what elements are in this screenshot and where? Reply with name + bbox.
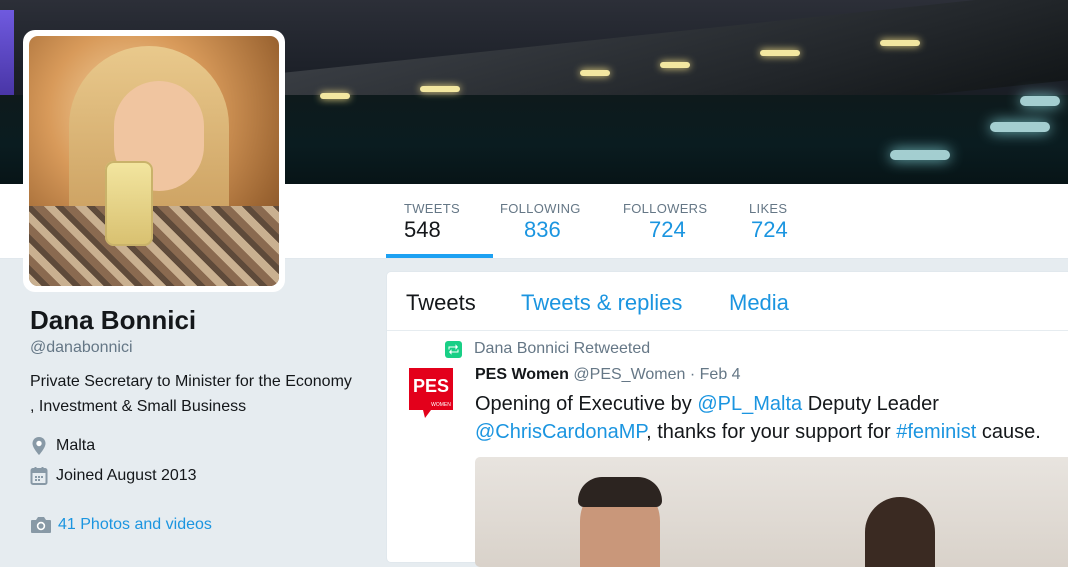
tweet-text-part: Opening of Executive by [475,393,698,415]
mention-link[interactable]: @PL_Malta [697,393,802,415]
stat-likes[interactable]: LIKES 724 [749,184,799,258]
hashtag-link[interactable]: #feminist [896,421,976,443]
retweet-icon [445,340,462,358]
banner-glow [990,122,1050,132]
stat-tweets[interactable]: TWEETS 548 [386,184,493,258]
tweet-date[interactable]: Feb 4 [700,366,741,383]
tweet-text-part: , thanks for your support for [646,421,897,443]
tweet-separator: · [689,366,696,383]
location-pin-icon [32,437,46,455]
pes-logo-text: PES [413,376,449,396]
banner-glow [890,150,950,160]
tweet-author-name[interactable]: PES Women [475,366,569,383]
photo-person-hair [578,477,662,507]
stat-value: 724 [751,217,788,242]
pes-logo-subtext: WOMEN [431,402,451,408]
stat-value: 548 [404,217,441,242]
tab-tweets[interactable]: Tweets [406,290,476,316]
active-tab-indicator [386,254,493,258]
tweet-text: Opening of Executive by @PL_Malta Deputy… [475,390,1068,446]
tab-media[interactable]: Media [729,290,789,316]
camera-icon [31,517,51,533]
stat-following[interactable]: FOLLOWING 836 [500,184,590,258]
avatar-phone [105,161,153,246]
banner-light [580,70,610,76]
stat-value: 724 [649,217,686,242]
timeline-tabs: Tweets Tweets & replies Media [387,272,1068,331]
stat-value: 836 [524,217,561,242]
calendar-icon [30,467,48,485]
profile-joined: Joined August 2013 [30,461,370,491]
tweet-author-handle[interactable]: @PES_Women [573,366,685,383]
joined-text: Joined August 2013 [56,467,197,484]
banner-light [420,86,460,92]
stat-label: FOLLOWING [500,201,581,216]
banner-light [880,40,920,46]
profile-bio: Private Secretary to Minister for the Ec… [30,373,352,415]
profile-avatar-frame[interactable] [23,30,285,292]
profile-location: Malta [30,431,370,461]
tweet-text-part: Deputy Leader [802,393,939,415]
timeline-card: Tweets Tweets & replies Media Dana Bonni… [386,271,1068,567]
banner-light [760,50,800,56]
stat-label: TWEETS [404,201,460,216]
stat-followers[interactable]: FOLLOWERS 724 [623,184,713,258]
tab-tweets-and-replies[interactable]: Tweets & replies [521,290,682,316]
location-text: Malta [56,437,96,454]
avatar-shirt [29,206,279,286]
profile-name[interactable]: Dana Bonnici [30,305,370,336]
retweet-context: Dana Bonnici Retweeted [445,340,650,358]
tweet-text-part: cause. [976,421,1041,443]
mention-link[interactable]: @ChrisCardonaMP [475,421,646,443]
banner-glow [1020,96,1060,106]
retweet-context-text[interactable]: Dana Bonnici Retweeted [474,340,650,358]
profile-handle[interactable]: @danabonnici [30,339,370,357]
banner-light [320,93,350,99]
stat-label: LIKES [749,201,788,216]
profile-card: Dana Bonnici @danabonnici Private Secret… [30,300,370,491]
avatar [29,36,279,286]
photos-link-text: 41 Photos and videos [58,516,212,533]
tweet-header: PES Women @PES_Women · Feb 4 [475,366,741,384]
pes-women-avatar[interactable]: PES WOMEN [409,368,453,418]
tweet-media-photo[interactable] [475,457,1068,567]
profile-meta: Malta Joined August 2013 [30,431,370,491]
stat-label: FOLLOWERS [623,201,708,216]
photos-and-videos-link[interactable]: 41 Photos and videos [30,516,212,534]
banner-light [660,62,690,68]
photo-person [865,497,935,567]
